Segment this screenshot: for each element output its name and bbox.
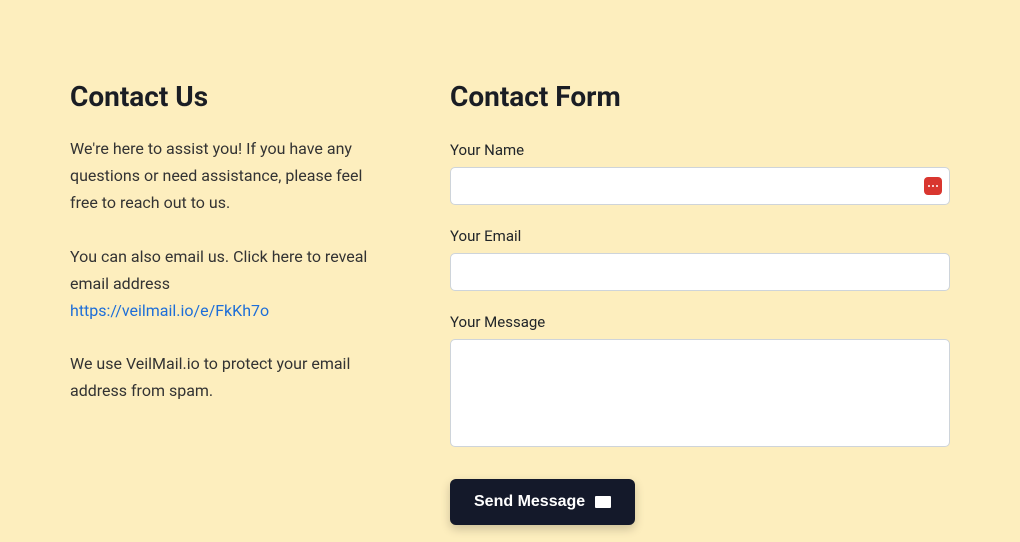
email-label: Your Email (450, 227, 950, 245)
contact-protect-text: We use VeilMail.io to protect your email… (70, 350, 390, 404)
send-button-label: Send Message (474, 493, 585, 511)
form-title: Contact Form (450, 80, 950, 113)
name-field[interactable] (450, 167, 950, 205)
envelope-icon (595, 496, 611, 508)
contact-email-intro: You can also email us. Click here to rev… (70, 243, 390, 297)
message-field[interactable] (450, 339, 950, 447)
name-label: Your Name (450, 141, 950, 159)
contact-info-panel: Contact Us We're here to assist you! If … (70, 80, 390, 525)
password-manager-icon[interactable] (924, 177, 942, 195)
send-message-button[interactable]: Send Message (450, 479, 635, 525)
contact-title: Contact Us (70, 80, 390, 113)
contact-form-panel: Contact Form Your Name Your Email Your M… (450, 80, 950, 525)
contact-intro-text: We're here to assist you! If you have an… (70, 135, 390, 217)
message-label: Your Message (450, 313, 950, 331)
email-field[interactable] (450, 253, 950, 291)
veilmail-link[interactable]: https://veilmail.io/e/FkKh7o (70, 297, 269, 324)
